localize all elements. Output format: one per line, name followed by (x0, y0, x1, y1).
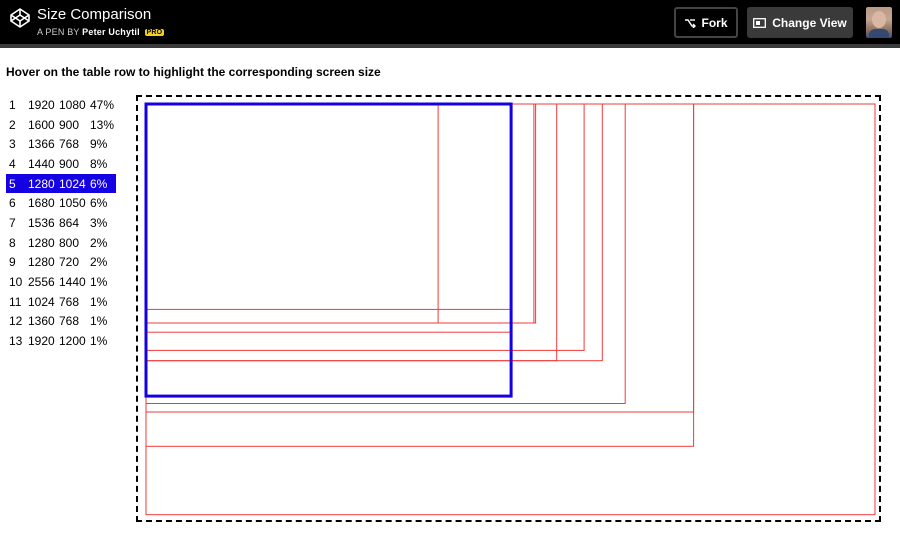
share-cell: 3% (90, 215, 108, 230)
header-divider (0, 44, 900, 48)
fork-button[interactable]: Fork (674, 7, 738, 38)
rank-cell: 13 (9, 334, 23, 349)
height-cell: 800 (59, 235, 80, 250)
height-cell: 1080 (59, 97, 86, 112)
rank-cell: 4 (9, 156, 16, 171)
change-view-label: Change View (772, 15, 847, 30)
share-cell: 2% (90, 235, 108, 250)
rank-cell: 9 (9, 255, 16, 270)
width-cell: 1360 (28, 314, 55, 329)
rank-cell: 1 (9, 97, 16, 112)
share-cell: 1% (90, 275, 108, 290)
share-cell: 1% (90, 314, 108, 329)
width-cell: 1600 (28, 117, 55, 132)
width-cell: 1280 (28, 235, 55, 250)
height-cell: 1024 (56, 173, 87, 194)
share-cell: 8% (90, 156, 108, 171)
height-cell: 864 (59, 215, 80, 230)
author-link[interactable]: Peter Uchytil (82, 27, 140, 37)
height-cell: 1440 (59, 275, 86, 290)
screen-outline-1024x768 (145, 103, 439, 324)
width-cell: 1440 (28, 156, 55, 171)
resolution-row[interactable]: 10 2556 1440 1% (6, 272, 116, 292)
screen-outline-1280x800 (145, 103, 512, 333)
width-cell: 1536 (28, 215, 55, 230)
codepen-logo-icon[interactable] (9, 7, 31, 29)
share-cell: 1% (90, 294, 108, 309)
height-cell: 768 (59, 294, 80, 309)
share-cell: 2% (90, 255, 108, 270)
screen-outline-1536x864 (145, 103, 585, 351)
rank-cell: 10 (9, 275, 23, 290)
pen-title: Size Comparison (37, 6, 152, 23)
resolution-row[interactable]: 13 1920 1200 1% (6, 331, 116, 351)
rank-cell: 8 (9, 235, 16, 250)
rank-cell: 7 (9, 215, 16, 230)
height-cell: 720 (59, 255, 80, 270)
resolution-row[interactable]: 2 1600 900 13% (6, 115, 116, 135)
share-cell: 47% (90, 97, 115, 112)
resolution-row[interactable]: 12 1360 768 1% (6, 312, 116, 332)
resolution-table: 1 1920 1080 47% 2 1600 900 13% 3 1366 768 9% 4 1440 90… (6, 95, 116, 351)
pen-byline: A PEN BY Peter Uchytil PRO (37, 27, 165, 37)
share-cell: 1% (90, 334, 108, 349)
pro-badge: PRO (144, 29, 165, 36)
width-cell: 1280 (28, 255, 55, 270)
resolution-row[interactable]: 5 1280 1024 6% (6, 173, 116, 194)
resolution-row[interactable]: 9 1280 720 2% (6, 253, 116, 273)
resolution-row[interactable]: 7 1536 864 3% (6, 213, 116, 233)
width-cell: 1920 (28, 334, 55, 349)
height-cell: 900 (59, 156, 80, 171)
resolution-row[interactable]: 11 1024 768 1% (6, 292, 116, 312)
rank-cell: 12 (9, 314, 23, 329)
resolution-row[interactable]: 3 1366 768 9% (6, 134, 116, 154)
screen-outline-1360x768 (145, 103, 535, 324)
share-cell: 13% (90, 117, 115, 132)
rank-cell: 11 (9, 294, 22, 309)
screen-outline-1920x1080 (145, 103, 695, 413)
height-cell: 768 (59, 314, 80, 329)
width-cell: 2556 (28, 275, 55, 290)
screen-size-visualization (136, 95, 881, 522)
width-cell: 1366 (28, 137, 55, 152)
width-cell: 1680 (28, 196, 55, 211)
height-cell: 768 (59, 137, 80, 152)
rank-cell: 2 (9, 117, 16, 132)
share-cell: 9% (90, 137, 108, 152)
screen-outline-1280x1024 (144, 102, 513, 398)
height-cell: 900 (59, 117, 80, 132)
resolution-row[interactable]: 8 1280 800 2% (6, 233, 116, 253)
instruction-text: Hover on the table row to highlight the … (6, 65, 381, 79)
height-cell: 1050 (59, 196, 86, 211)
rank-cell: 3 (9, 137, 16, 152)
user-avatar[interactable] (866, 7, 892, 38)
resolution-row[interactable]: 4 1440 900 8% (6, 154, 116, 174)
resolution-row[interactable]: 6 1680 1050 6% (6, 193, 116, 213)
width-cell: 1280 (25, 173, 56, 194)
byline-prefix: A PEN BY (37, 27, 80, 37)
screen-outline-1680x1050 (145, 103, 626, 404)
height-cell: 1200 (59, 334, 86, 349)
screen-outline-1366x768 (145, 103, 537, 324)
change-view-icon (753, 17, 767, 28)
screen-outline-1440x900 (145, 103, 558, 362)
resolution-row[interactable]: 1 1920 1080 47% (6, 95, 116, 115)
width-cell: 1920 (28, 97, 55, 112)
rank-cell: 5 (6, 173, 25, 194)
share-cell: 6% (87, 173, 116, 194)
screen-outline-1280x720 (145, 103, 512, 310)
fork-icon (685, 18, 697, 28)
width-cell: 1024 (28, 294, 55, 309)
change-view-button[interactable]: Change View (747, 7, 853, 38)
top-bar: Size Comparison A PEN BY Peter Uchytil P… (0, 0, 900, 44)
share-cell: 6% (90, 196, 108, 211)
rank-cell: 6 (9, 196, 16, 211)
fork-label: Fork (701, 15, 728, 30)
